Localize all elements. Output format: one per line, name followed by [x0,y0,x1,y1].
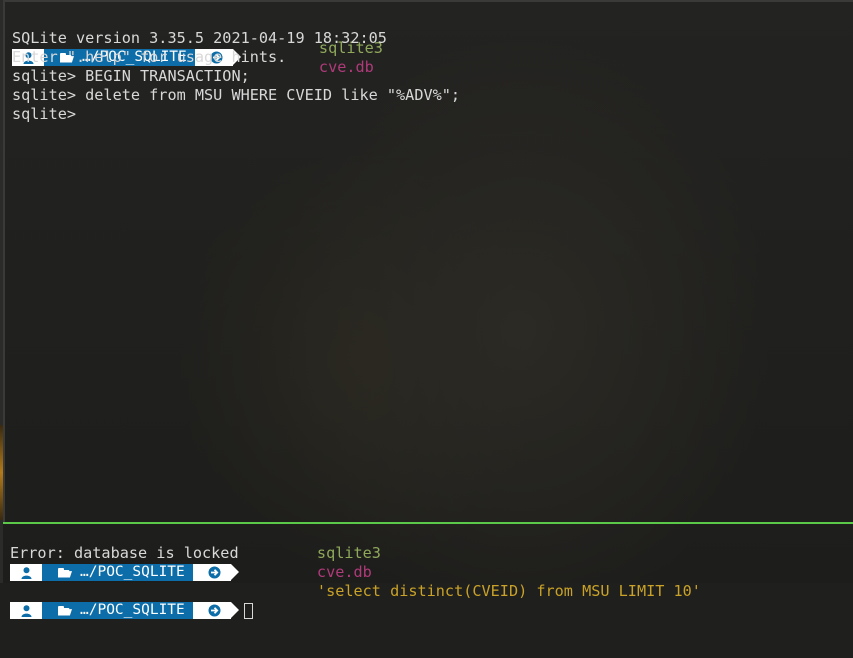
terminal-pane-bottom[interactable]: …/POC_SQLITE sqlite3 cve.db 'select dist… [3,522,853,619]
prompt-line-active[interactable]: …/POC_SQLITE [10,563,253,619]
prompt-user-segment [10,602,50,619]
output-line: SQLite version 3.35.5 2021-04-19 18:32:0… [12,29,387,47]
prompt-line: …/POC_SQLITE sqlite3 cve.db [12,10,383,76]
output-line: sqlite> delete from MSU WHERE CVEID like… [12,86,461,104]
terminal-cursor[interactable] [243,602,253,619]
arrow-circle-right-icon [208,604,221,617]
command-query-string: 'select distinct(CVEID) from MSU LIMIT 1… [316,582,701,600]
prompt-directory: …/POC_SQLITE [80,602,185,618]
command-argument: cve.db [316,563,372,581]
terminal-pane-top[interactable]: …/POC_SQLITE sqlite3 cve.db SQLite versi… [3,0,853,522]
command-argument: cve.db [318,57,374,76]
prompt-directory-segment: …/POC_SQLITE [42,602,201,619]
output-line: sqlite> BEGIN TRANSACTION; [12,67,250,85]
command-program: sqlite3 [316,544,381,562]
error-output-line: Error: database is locked [10,544,239,562]
user-icon [21,604,31,617]
folder-open-icon [58,605,72,616]
output-line: sqlite> [12,105,77,123]
output-line: Enter ".help" for usage hints. [12,48,287,66]
prompt-status-segment [192,602,239,619]
prompt-line: …/POC_SQLITE sqlite3 cve.db 'select dist… [10,525,701,600]
